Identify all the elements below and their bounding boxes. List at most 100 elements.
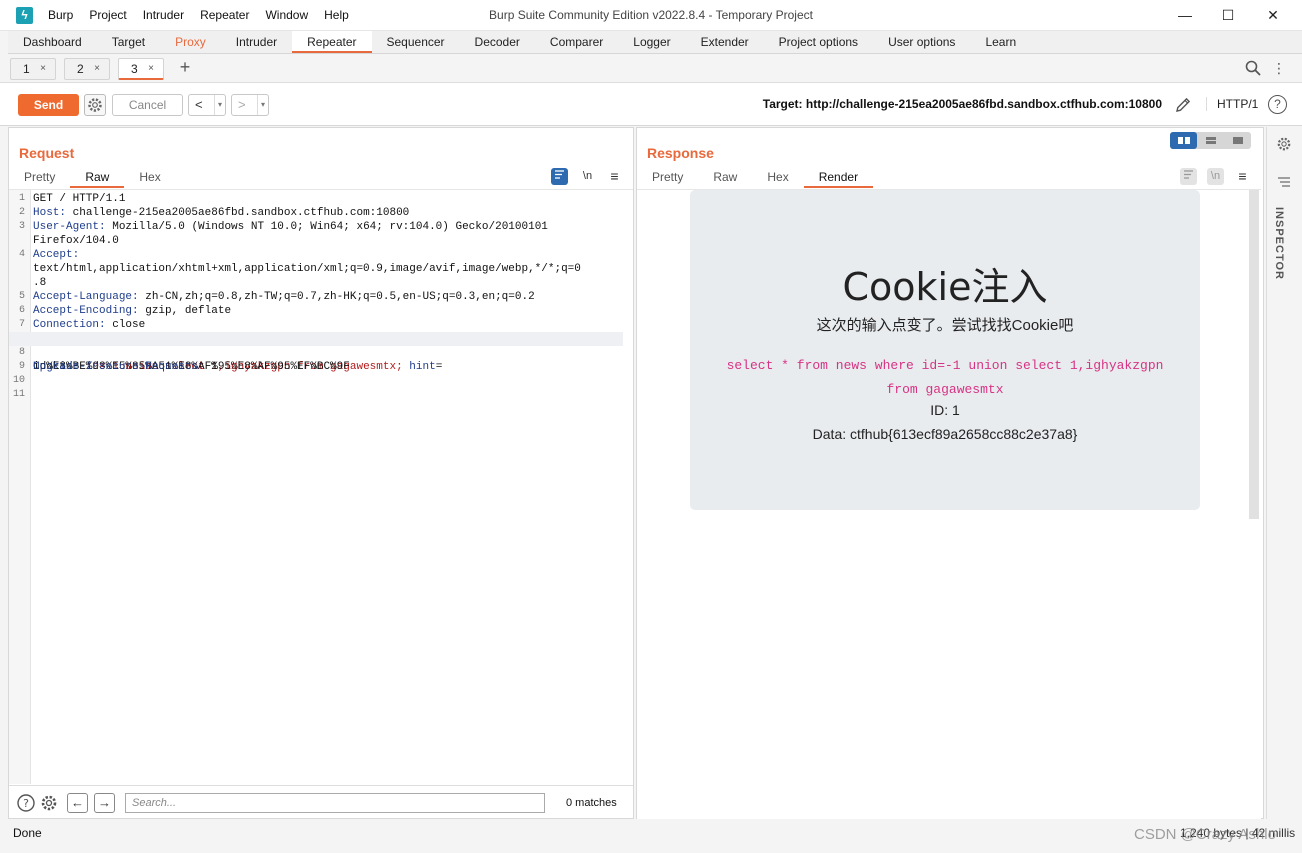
close-tab-icon[interactable]: × (40, 59, 46, 79)
maximize-button[interactable]: ☐ (1205, 0, 1251, 31)
request-tab-raw[interactable]: Raw (70, 169, 125, 188)
cookie-line: 8 Cookie: id=-1 union select 1,ighyakzgp… (9, 332, 623, 373)
header-key: Connection: (33, 319, 106, 331)
repeater-tab-1[interactable]: 1 × (10, 58, 56, 80)
sql-query: select * from news where id=-1 union sel… (715, 354, 1175, 402)
settings-button[interactable] (84, 94, 106, 116)
menu-icon[interactable]: ≡ (1234, 168, 1251, 185)
layout-side-by-side-button[interactable] (1170, 132, 1197, 149)
line-number: 10 (12, 375, 25, 386)
result-data: Data: ctfhub{613ecf89a2658cc88c2e37a8} (812, 426, 1078, 442)
layout-stacked-button[interactable] (1197, 132, 1224, 149)
menu-bar: Burp Project Intruder Repeater Window He… (40, 0, 357, 31)
word-wrap-toggle[interactable] (551, 168, 568, 185)
tab-project-options[interactable]: Project options (764, 31, 873, 53)
minimize-button[interactable]: — (1162, 0, 1208, 31)
tab-proxy[interactable]: Proxy (160, 31, 221, 53)
tab-user-options[interactable]: User options (873, 31, 970, 53)
search-input[interactable]: Search... (125, 793, 545, 813)
response-tab-render[interactable]: Render (803, 169, 874, 188)
header-value: .8 (33, 277, 47, 289)
menu-project[interactable]: Project (81, 0, 134, 31)
columns-icon (1177, 137, 1190, 144)
header-value: zh-CN,zh;q=0.8,zh-TW;q=0.7,zh-HK;q=0.5,e… (138, 291, 535, 303)
gear-icon[interactable] (1275, 135, 1293, 153)
chevron-down-icon[interactable]: ▾ (213, 95, 222, 115)
tab-repeater[interactable]: Repeater (292, 31, 372, 53)
code-line: 3 User-Agent: Mozilla/5.0 (Windows NT 10.… (9, 220, 623, 234)
gear-icon[interactable] (39, 793, 59, 813)
header-value: GET / HTTP/1.1 (33, 193, 126, 205)
help-icon[interactable]: ? (16, 793, 36, 813)
tab-learn[interactable]: Learn (970, 31, 1031, 53)
http-version-toggle[interactable]: HTTP/1 (1206, 97, 1258, 111)
header-key: Accept-Encoding: (33, 305, 139, 317)
search-icon[interactable] (1244, 59, 1262, 77)
menu-window[interactable]: Window (257, 0, 316, 31)
newline-toggle[interactable]: \n (579, 168, 596, 185)
response-tab-raw[interactable]: Raw (698, 169, 752, 188)
code-line: 6 Accept-Encoding: gzip, deflate (9, 304, 623, 318)
next-match-button[interactable]: → (94, 793, 115, 813)
chevron-right-icon: > (238, 97, 246, 112)
request-tab-pretty[interactable]: Pretty (9, 169, 70, 188)
close-tab-icon[interactable]: × (148, 59, 154, 79)
tab-decoder[interactable]: Decoder (460, 31, 535, 53)
header-value: Firefox/104.0 (33, 235, 119, 247)
code-line: 11 (9, 388, 623, 402)
tab-logger[interactable]: Logger (618, 31, 685, 53)
tab-comparer[interactable]: Comparer (535, 31, 618, 53)
newline-toggle[interactable]: \n (1207, 168, 1224, 185)
send-button[interactable]: Send (18, 94, 79, 116)
response-tab-hex[interactable]: Hex (752, 169, 803, 188)
list-icon[interactable] (1277, 175, 1291, 189)
layout-tabs-button[interactable] (1224, 132, 1251, 149)
status-text: Done (13, 826, 42, 840)
line-number: 6 (18, 305, 25, 316)
repeater-tabs: 1 × 2 × 3 × (0, 54, 1302, 83)
request-search-bar: ? ← → Search... 0 matches (9, 785, 633, 818)
gear-icon (88, 98, 102, 112)
code-line: 2 Host: challenge-215ea2005ae86fbd.sandbo… (9, 206, 623, 220)
menu-burp[interactable]: Burp (40, 0, 81, 31)
menu-help[interactable]: Help (316, 0, 357, 31)
wrap-icon (1184, 170, 1193, 179)
menu-intruder[interactable]: Intruder (135, 0, 192, 31)
pencil-icon[interactable] (1173, 95, 1193, 115)
repeater-tab-3[interactable]: 3 × (118, 58, 164, 80)
help-icon[interactable]: ? (1268, 95, 1287, 114)
status-bar: Done 1,240 bytes | 42 millis CSDN @Crazy… (0, 821, 1302, 845)
inspector-label[interactable]: INSPECTOR (1273, 207, 1285, 280)
cancel-button[interactable]: Cancel (112, 94, 183, 116)
chevron-down-icon[interactable]: ▾ (256, 95, 265, 115)
tab-target[interactable]: Target (97, 31, 160, 53)
header-key: Accept-Language: (33, 291, 139, 303)
request-title: Request (19, 145, 75, 161)
render-view: Cookie注入 这次的输入点变了。尝试找找Cookie吧 select * f… (637, 189, 1261, 819)
response-tab-pretty[interactable]: Pretty (637, 169, 698, 188)
previous-match-button[interactable]: ← (67, 793, 88, 813)
back-button[interactable]: < ▾ (188, 94, 226, 116)
code-line: 10 (9, 374, 623, 388)
tab-intruder[interactable]: Intruder (221, 31, 292, 53)
repeater-tab-2[interactable]: 2 × (64, 58, 110, 80)
menu-repeater[interactable]: Repeater (192, 0, 257, 31)
forward-button[interactable]: > ▾ (231, 94, 269, 116)
add-tab-icon[interactable]: + (177, 57, 193, 78)
request-editor[interactable]: 1 GET / HTTP/1.1 2 Host: challenge-215ea200… (9, 189, 633, 784)
tab-sequencer[interactable]: Sequencer (372, 31, 460, 53)
tab-dashboard[interactable]: Dashboard (8, 31, 97, 53)
close-tab-icon[interactable]: × (94, 59, 100, 79)
more-options-icon[interactable]: ⋮ (1272, 60, 1286, 77)
word-wrap-toggle[interactable] (1180, 168, 1197, 185)
code-line: .8 (9, 276, 623, 290)
response-view-tabs: Pretty Raw Hex Render (637, 169, 874, 188)
tab-extender[interactable]: Extender (686, 31, 764, 53)
menu-icon[interactable]: ≡ (606, 168, 623, 185)
request-tab-hex[interactable]: Hex (124, 169, 175, 188)
header-key: Host: (33, 207, 67, 219)
header-value: challenge-215ea2005ae86fbd.sandbox.ctfhu… (66, 207, 410, 219)
render-scrollbar[interactable] (1249, 190, 1259, 519)
response-title: Response (647, 145, 714, 161)
close-window-button[interactable]: ✕ (1250, 0, 1296, 31)
